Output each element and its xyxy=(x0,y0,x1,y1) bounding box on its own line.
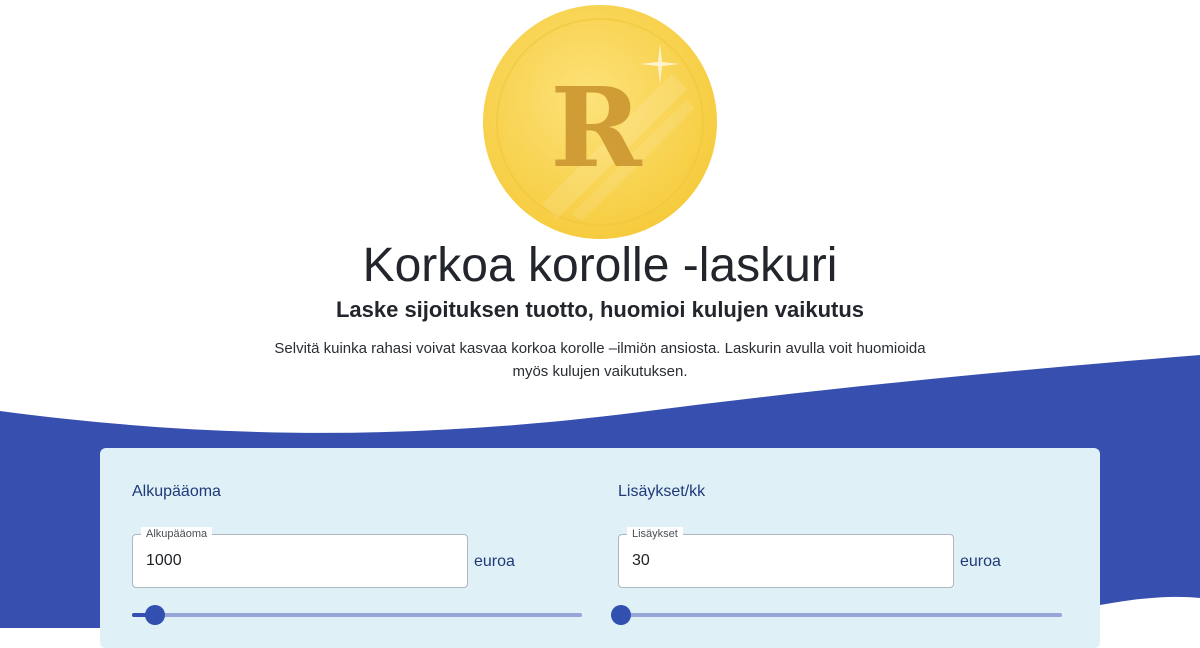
initial-capital-slider[interactable] xyxy=(132,605,582,625)
page-subtitle: Laske sijoituksen tuotto, huomioi kuluje… xyxy=(335,297,865,322)
initial-capital-field[interactable]: Alkupääoma xyxy=(132,527,468,588)
calculator-card: Alkupääoma Alkupääoma euroa Lisäykset/kk… xyxy=(100,448,1100,648)
coin-letter: R xyxy=(550,63,643,192)
coin-logo: R xyxy=(483,5,717,239)
monthly-additions-input[interactable] xyxy=(619,535,953,587)
initial-capital-input[interactable] xyxy=(133,535,467,587)
initial-capital-slider-thumb[interactable] xyxy=(144,605,165,625)
monthly-additions-unit: euroa xyxy=(960,553,1001,570)
initial-capital-unit: euroa xyxy=(474,553,515,570)
monthly-additions-heading: Lisäykset/kk xyxy=(618,483,706,500)
monthly-additions-field[interactable]: Lisäykset xyxy=(618,527,954,588)
monthly-additions-slider[interactable] xyxy=(611,605,1062,625)
page-description: Selvitä kuinka rahasi voivat kasvaa kork… xyxy=(274,340,926,380)
monthly-additions-slider-thumb[interactable] xyxy=(611,605,631,625)
page-title: Korkoa korolle -laskuri xyxy=(362,239,838,292)
initial-capital-heading: Alkupääoma xyxy=(132,483,221,500)
